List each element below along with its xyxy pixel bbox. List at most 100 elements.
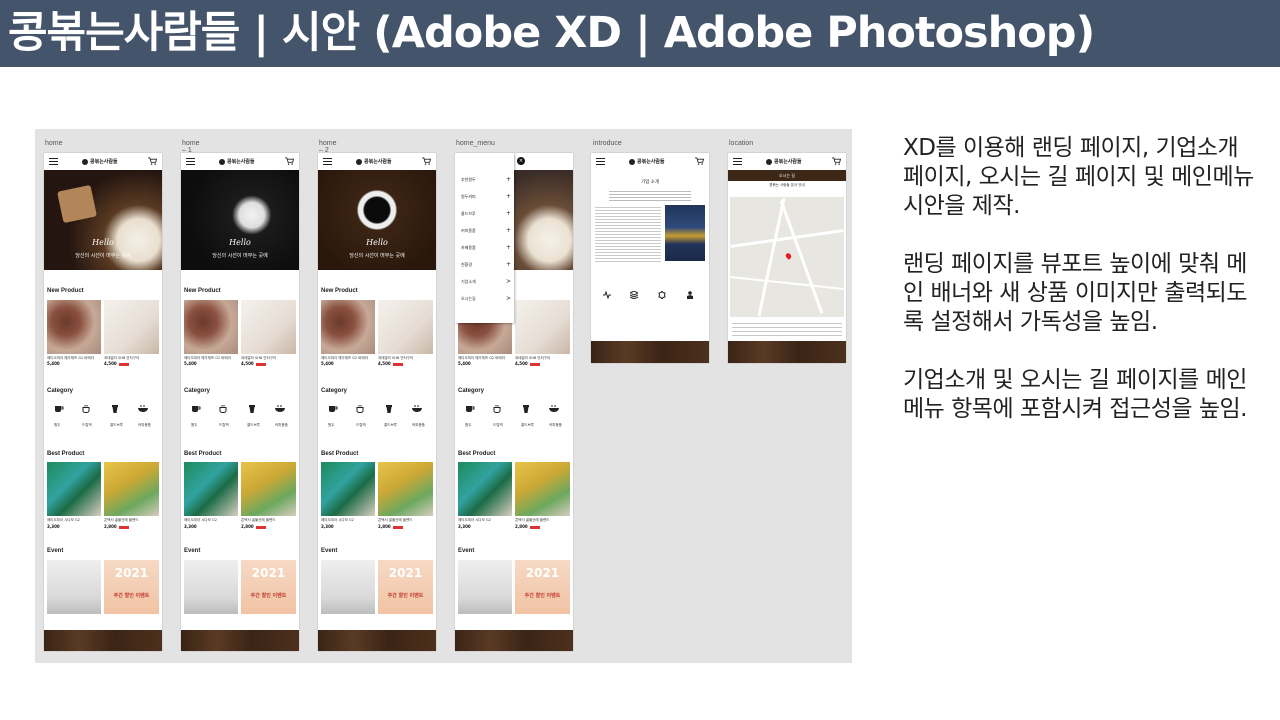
footer: [591, 341, 709, 363]
category-label: 커피용품: [412, 423, 425, 427]
cart-icon[interactable]: [422, 157, 431, 165]
best-product-image[interactable]: [515, 462, 570, 516]
product-image[interactable]: [515, 300, 570, 354]
product-image[interactable]: [104, 300, 159, 354]
event-banner[interactable]: 2021 주간 할인 이벤트: [515, 560, 570, 614]
phone-home: 콩볶는사람들 Hello 당신의 시선이 머무는 곳에 New Product …: [44, 153, 162, 651]
section-new-product: New Product: [184, 288, 221, 294]
cart-icon[interactable]: [832, 157, 841, 165]
mobile-header: 콩볶는사람들: [728, 153, 846, 170]
best-product-image[interactable]: [321, 462, 375, 516]
event-image[interactable]: [184, 560, 238, 614]
close-icon[interactable]: ×: [517, 157, 525, 165]
cart-icon[interactable]: [148, 157, 157, 165]
cup-icon[interactable]: [465, 405, 475, 413]
sale-badge: [529, 525, 540, 529]
cart-icon[interactable]: [285, 157, 294, 165]
takeout-cup-icon[interactable]: [521, 405, 531, 413]
product-price: 5,400: [184, 361, 197, 366]
cart-icon[interactable]: [695, 157, 704, 165]
product-price: 3,300: [184, 524, 197, 529]
company-sign-photo: [665, 205, 705, 261]
event-banner[interactable]: 2021 주간 할인 이벤트: [104, 560, 159, 614]
event-image[interactable]: [47, 560, 101, 614]
coffee-bowl-icon[interactable]: [275, 405, 285, 413]
event-image[interactable]: [321, 560, 375, 614]
sale-badge: [255, 525, 266, 529]
artboard-label: location: [729, 140, 754, 147]
event-banner[interactable]: 2021 주간 할인 이벤트: [378, 560, 433, 614]
takeout-cup-icon[interactable]: [247, 405, 257, 413]
map-road: [730, 229, 844, 248]
hamburger-icon[interactable]: [49, 158, 58, 165]
event-year: 2021: [251, 566, 286, 580]
coffee-bowl-icon[interactable]: [138, 405, 148, 413]
plus-icon: +: [505, 210, 511, 217]
logo[interactable]: 콩볶는사람들: [219, 158, 255, 165]
product-image[interactable]: [378, 300, 433, 354]
menu-item[interactable]: 친환경 +: [461, 261, 511, 268]
logo[interactable]: 콩볶는사람들: [629, 158, 665, 165]
hot-cup-icon[interactable]: [219, 405, 229, 413]
logo-text: 콩볶는사람들: [774, 159, 802, 165]
artboard-label: introduce: [593, 140, 622, 147]
product-price: 2,800: [241, 524, 266, 529]
main-banner: Hello 당신의 시선이 머무는 곳에: [181, 170, 299, 270]
logo[interactable]: 콩볶는사람들: [356, 158, 392, 165]
menu-item[interactable]: 커피용품 +: [461, 227, 511, 234]
best-product-image[interactable]: [104, 462, 159, 516]
best-product-image[interactable]: [458, 462, 512, 516]
hamburger-icon[interactable]: [596, 158, 605, 165]
mobile-header: 콩볶는사람들: [591, 153, 709, 170]
hot-cup-icon[interactable]: [356, 405, 366, 413]
logo[interactable]: 콩볶는사람들: [82, 158, 118, 165]
intro-title: 기업 소개: [641, 180, 659, 185]
section-best-product: Best Product: [184, 451, 222, 457]
event-image[interactable]: [458, 560, 512, 614]
product-image[interactable]: [184, 300, 238, 354]
logo-text: 콩볶는사람들: [90, 159, 118, 165]
product-image[interactable]: [321, 300, 375, 354]
event-banner[interactable]: 2021 주간 할인 이벤트: [241, 560, 296, 614]
coffee-bowl-icon[interactable]: [549, 405, 559, 413]
best-product-image[interactable]: [378, 462, 433, 516]
hamburger-icon[interactable]: [186, 158, 195, 165]
logo[interactable]: 콩볶는사람들: [766, 158, 802, 165]
footer: [181, 630, 299, 651]
menu-item[interactable]: 카페용품 +: [461, 244, 511, 251]
hot-cup-icon[interactable]: [493, 405, 503, 413]
best-product-image[interactable]: [241, 462, 296, 516]
takeout-cup-icon[interactable]: [384, 405, 394, 413]
plus-icon: +: [505, 261, 511, 268]
event-title: 주간 할인 이벤트: [113, 593, 150, 599]
menu-item[interactable]: 기업소개 >: [461, 278, 511, 285]
hamburger-icon[interactable]: [733, 158, 742, 165]
menu-item[interactable]: 추천원두 +: [461, 176, 511, 183]
product-name: 에티오피아 시다모 G2: [321, 518, 354, 522]
plus-icon: +: [505, 193, 511, 200]
menu-item[interactable]: 원두커피 +: [461, 193, 511, 200]
logo-icon: [219, 158, 225, 165]
map-road: [730, 276, 844, 290]
menu-item[interactable]: 오시는길 >: [461, 295, 511, 302]
cup-icon[interactable]: [328, 405, 338, 413]
location-map[interactable]: [730, 197, 844, 317]
map-pin-icon[interactable]: [784, 252, 793, 260]
section-category: Category: [47, 388, 74, 394]
best-product-image[interactable]: [184, 462, 238, 516]
category-label: 커피용품: [275, 423, 288, 427]
menu-item[interactable]: 콜드브루 +: [461, 210, 511, 217]
coffee-bowl-icon[interactable]: [412, 405, 422, 413]
product-image[interactable]: [47, 300, 101, 354]
cup-icon[interactable]: [54, 405, 64, 413]
product-image[interactable]: [241, 300, 296, 354]
hot-cup-icon[interactable]: [82, 405, 92, 413]
product-price: 2,800: [104, 524, 129, 529]
best-product-image[interactable]: [47, 462, 101, 516]
mobile-header: 콩볶는사람들: [181, 153, 299, 170]
hamburger-icon[interactable]: [323, 158, 332, 165]
cup-icon[interactable]: [191, 405, 201, 413]
product-name: 콘택서 골불산래 블렌드: [378, 518, 413, 522]
takeout-cup-icon[interactable]: [110, 405, 120, 413]
artboard-label: home – 1: [182, 140, 200, 154]
